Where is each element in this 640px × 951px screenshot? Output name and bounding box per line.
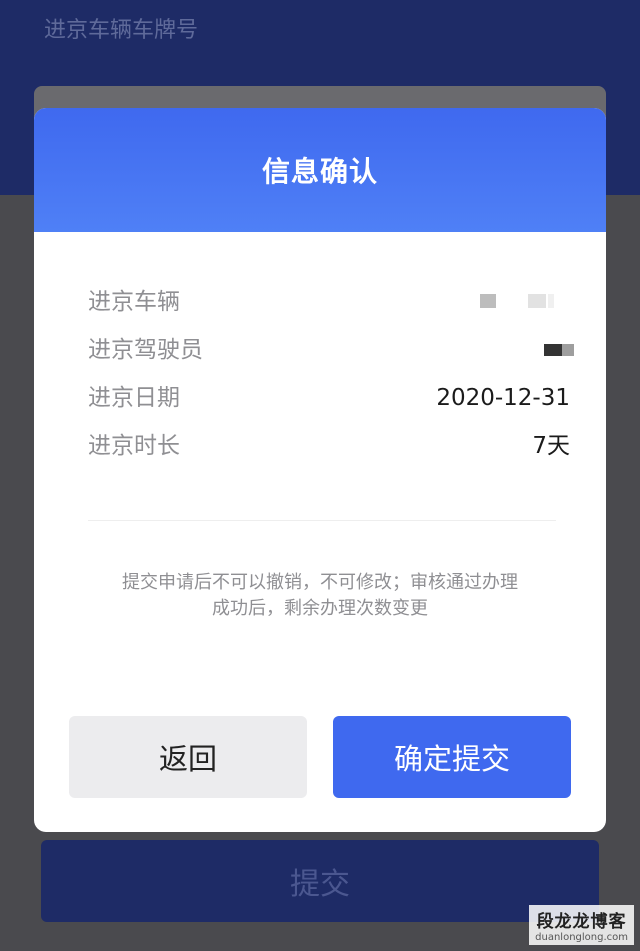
redacted-plate-part <box>480 294 496 308</box>
dialog-header: 信息确认 <box>34 108 606 232</box>
info-list: 进京车辆 进京驾驶员 进京日期 2020-12-31 进京时长 7天 <box>34 278 606 470</box>
info-row-driver: 进京驾驶员 <box>34 326 606 374</box>
notice-line-1: 提交申请后不可以撤销，不可修改；审核通过办理 <box>122 572 518 593</box>
redacted-plate-part <box>548 294 554 308</box>
back-button[interactable]: 返回 <box>69 716 307 798</box>
info-row-date: 进京日期 2020-12-31 <box>34 374 606 422</box>
info-row-duration: 进京时长 7天 <box>34 422 606 470</box>
duration-value: 7天 <box>532 433 570 459</box>
background-submit-button[interactable]: 提交 <box>41 840 599 922</box>
divider <box>88 520 556 521</box>
duration-label: 进京时长 <box>88 433 180 459</box>
notice-line-2: 成功后，剩余办理次数变更 <box>212 598 428 619</box>
date-label: 进京日期 <box>88 385 180 411</box>
vehicle-label: 进京车辆 <box>88 289 180 315</box>
redacted-driver-name <box>544 344 562 356</box>
notice-text: 提交申请后不可以撤销，不可修改；审核通过办理 成功后，剩余办理次数变更 <box>74 570 566 622</box>
redacted-plate-part <box>528 294 546 308</box>
date-value: 2020-12-31 <box>436 385 570 411</box>
watermark-title: 段龙龙博客 <box>536 912 627 932</box>
plate-number-label: 进京车辆车牌号 <box>44 18 199 43</box>
watermark: 段龙龙博客 duanlonglong.com <box>529 905 634 945</box>
confirm-submit-button[interactable]: 确定提交 <box>333 716 571 798</box>
info-row-vehicle: 进京车辆 <box>34 278 606 326</box>
redacted-driver-name <box>562 344 574 356</box>
dialog-title: 信息确认 <box>261 155 378 188</box>
watermark-url: duanlonglong.com <box>535 932 628 943</box>
driver-label: 进京驾驶员 <box>88 337 203 363</box>
confirm-dialog: 信息确认 进京车辆 进京驾驶员 进京日期 2020-12-31 进京时长 7天 … <box>34 108 606 832</box>
